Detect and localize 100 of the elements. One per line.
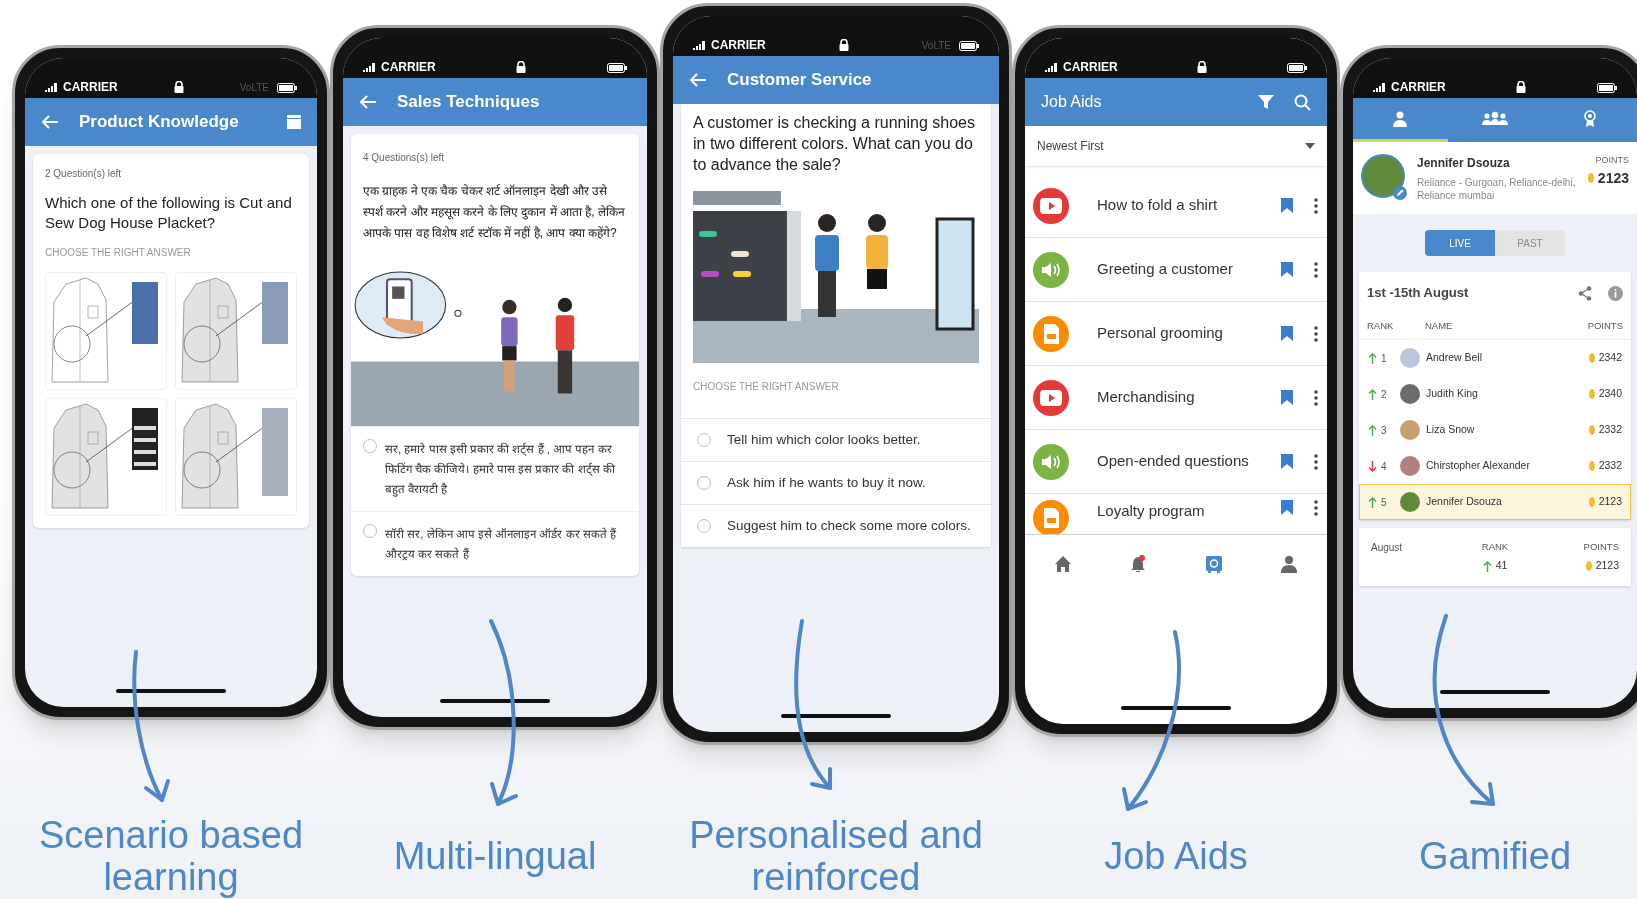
answer-option[interactable]: Ask him if he wants to buy it now. <box>727 474 926 492</box>
award-icon <box>1583 110 1596 127</box>
signal-icon <box>45 82 59 92</box>
edit-icon[interactable] <box>1393 186 1407 200</box>
bookmark-icon[interactable] <box>1281 390 1293 405</box>
share-icon[interactable] <box>1578 285 1592 301</box>
instruction-text: CHOOSE THE RIGHT ANSWER <box>45 246 192 260</box>
item-title: Open-ended questions <box>1097 451 1250 472</box>
period-toggle[interactable]: LIVE <box>1425 230 1495 256</box>
leaderboard-row[interactable]: 2 Judith King 2340 <box>1359 376 1631 412</box>
rank-number: 2 <box>1381 387 1387 402</box>
radio-button[interactable] <box>363 439 377 453</box>
safe-icon[interactable] <box>1204 554 1223 573</box>
bell-icon[interactable] <box>1129 554 1148 573</box>
radio-button[interactable] <box>697 476 711 490</box>
back-icon[interactable] <box>359 94 377 110</box>
item-title: Greeting a customer <box>1097 259 1234 280</box>
player-name: Andrew Bell <box>1426 350 1484 366</box>
document-icon <box>1033 315 1069 352</box>
signal-icon <box>363 62 377 72</box>
question-text: A customer is checking a running shoes in two different colors. What can you do to advance the sale? <box>692 113 976 175</box>
more-icon[interactable] <box>1313 325 1319 342</box>
back-icon[interactable] <box>41 114 59 130</box>
column-header: RANK <box>1367 319 1395 334</box>
screen-title: Product Knowledge <box>79 111 240 134</box>
player-name: Liza Snow <box>1426 422 1476 438</box>
rank-number: 3 <box>1381 423 1387 438</box>
item-title: Loyalty program <box>1097 501 1206 521</box>
column-header: NAME <box>1425 319 1454 334</box>
lock-icon <box>1516 81 1527 93</box>
period-label: August <box>1371 541 1404 555</box>
coin-icon <box>1588 389 1595 399</box>
back-icon[interactable] <box>689 72 707 88</box>
column-header: POINTS <box>1587 319 1623 334</box>
points-value: 2342 <box>1598 350 1622 366</box>
caption: Scenario based learning <box>37 813 305 898</box>
caption: Job Aids <box>1103 834 1249 877</box>
bookmark-icon[interactable] <box>1281 198 1293 213</box>
screen-title: Job Aids <box>1041 92 1103 112</box>
points-label: POINTS <box>1595 154 1629 167</box>
lock-icon <box>1197 61 1208 73</box>
curved-arrow-icon <box>132 650 170 802</box>
question-text: एक ग्राहक ने एक चैक चेकर शर्ट ऑनलाइन देखी और उसे स्पर्श करने और महसूस करने के लिए दुकान में आता है, लेकिन आपके पास वह विशेष शर्ट स्टॉक में नहीं है, आप क्या कहेंगे? <box>363 183 626 242</box>
coin-icon <box>1588 425 1595 435</box>
caption: Personalised and reinforced <box>688 813 984 898</box>
caption: Multi-lingual <box>392 834 598 877</box>
battery-icon <box>959 41 979 51</box>
info-icon[interactable] <box>1608 285 1623 301</box>
answer-option[interactable]: Suggest him to check some more colors. <box>727 517 971 535</box>
curved-arrow-icon <box>489 619 518 806</box>
group-icon <box>1482 110 1508 127</box>
sort-dropdown[interactable]: Newest First <box>1025 126 1327 166</box>
leaderboard-row[interactable]: 4 Chirstopher Alexander 2332 <box>1359 448 1631 484</box>
carrier-name: CARRIER <box>1063 61 1118 73</box>
curved-arrow-icon <box>794 619 832 790</box>
coin-icon <box>1588 461 1595 471</box>
radio-button[interactable] <box>697 519 711 533</box>
filter-icon[interactable] <box>1258 94 1274 110</box>
radio-button[interactable] <box>363 524 377 538</box>
speaker-icon <box>1033 443 1069 480</box>
points-value: 2123 <box>1597 168 1629 188</box>
leaderboard-row[interactable]: 1 Andrew Bell 2342 <box>1359 340 1631 376</box>
screen-title: Sales Techniques <box>397 91 541 114</box>
leaderboard-row[interactable]: 3 Liza Snow 2332 <box>1359 412 1631 448</box>
bookmark-icon[interactable] <box>1281 454 1293 469</box>
avatar <box>1400 348 1420 368</box>
play-icon <box>1033 379 1069 416</box>
avatar <box>1400 420 1420 440</box>
bookmark-icon[interactable] <box>1281 326 1293 341</box>
person-icon[interactable] <box>1280 554 1299 573</box>
answer-option[interactable]: Tell him which color looks better. <box>727 431 921 449</box>
more-icon[interactable] <box>1313 500 1319 516</box>
answer-option[interactable]: सर, हमारे पास इसी प्रकार की शर्ट्स हैं , आप पहन कर फिटिंग चैक कीजिये। हमारे पास इस प्रकार की शर्ट्स की बहुत वैरायटी है <box>385 439 627 499</box>
bookmark-icon[interactable] <box>1281 262 1293 277</box>
battery-icon <box>277 83 297 93</box>
more-icon[interactable] <box>1313 261 1319 278</box>
home-icon[interactable] <box>1053 554 1072 573</box>
leaderboard-row[interactable]: 5 Jennifer Dsouza 2123 <box>1359 484 1631 520</box>
more-icon[interactable] <box>1313 453 1319 470</box>
profile-name: Jennifer Dsouza <box>1417 155 1511 172</box>
bookmark-icon[interactable] <box>1281 500 1293 515</box>
network-label: VoLTE <box>921 41 951 51</box>
search-icon[interactable] <box>1294 93 1311 111</box>
battery-icon <box>607 63 627 73</box>
questions-left: 4 Questions(s) left <box>363 151 446 165</box>
curved-arrow-icon <box>1122 630 1181 811</box>
coin-icon <box>1588 497 1595 507</box>
item-title: Personal grooming <box>1097 323 1224 344</box>
radio-button[interactable] <box>697 433 711 447</box>
answer-option[interactable]: सॉरी सर, लेकिन आप इसे ऑनलाइन ऑर्डर कर सकते हैं औरट्रय कर सकते हैं <box>385 524 627 564</box>
rank-number: 41 <box>1495 558 1508 574</box>
more-icon[interactable] <box>1313 197 1319 214</box>
curved-arrow-icon <box>1432 614 1495 806</box>
more-icon[interactable] <box>1313 389 1319 406</box>
rank-number: 5 <box>1381 495 1387 510</box>
questions-left: 2 Question(s) left <box>45 167 123 181</box>
period-title: 1st -15th August <box>1367 284 1470 303</box>
card-icon[interactable] <box>287 115 301 129</box>
avatar <box>1400 384 1420 404</box>
signal-icon <box>693 40 707 50</box>
